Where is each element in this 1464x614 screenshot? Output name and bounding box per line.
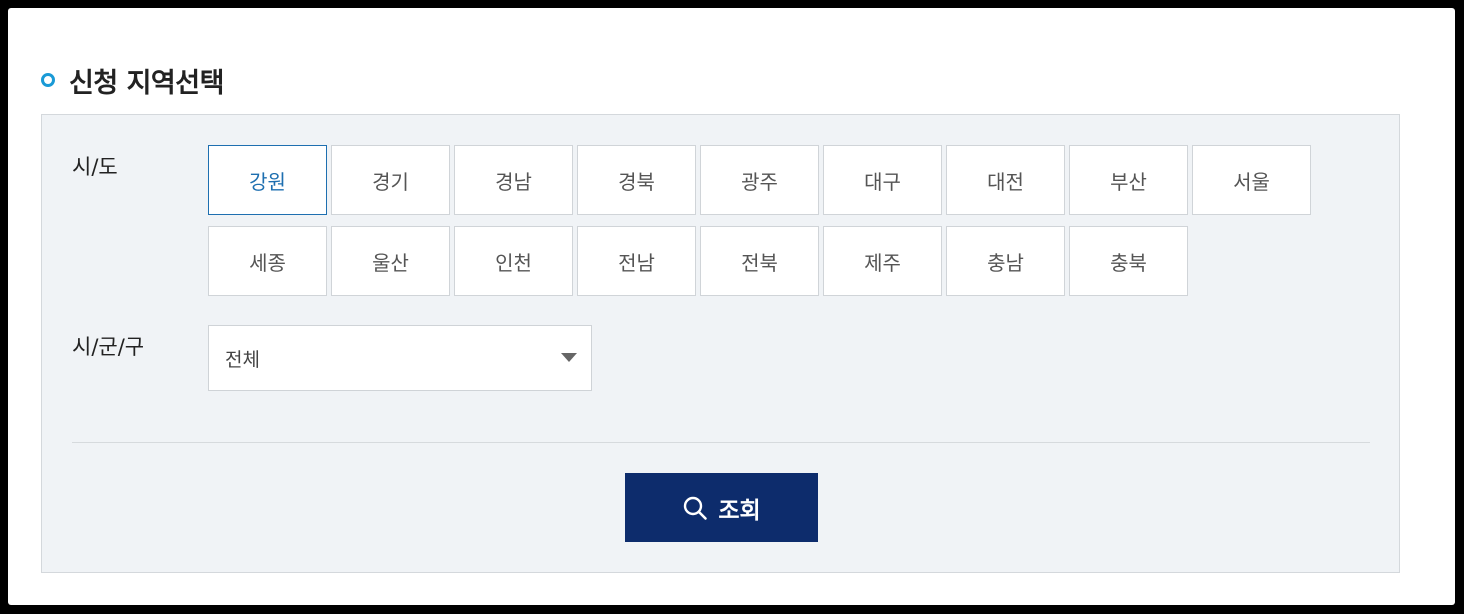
region-button[interactable]: 제주 (823, 226, 942, 296)
region-select-card: 신청 지역선택 시/도 강원 경기 경남 경북 광주 대구 대전 부산 서울세종 울산 인천 전남 전북… (8, 8, 1455, 605)
region-button[interactable]: 인천 (454, 226, 573, 296)
region-button[interactable]: 전남 (577, 226, 696, 296)
region-button[interactable]: 대전 (946, 145, 1065, 215)
search-button[interactable]: 조회 (625, 473, 818, 542)
circle-bullet-icon (41, 73, 55, 87)
section-header: 신청 지역선택 (41, 60, 224, 100)
search-icon (684, 496, 708, 520)
sigungu-select[interactable]: 전체 (208, 325, 592, 391)
divider (72, 442, 1370, 443)
region-button[interactable]: 충북 (1069, 226, 1188, 296)
sigungu-label: 시/군/구 (72, 335, 145, 359)
region-button[interactable]: 전북 (700, 226, 819, 296)
region-button[interactable]: 세종 (208, 226, 327, 296)
region-button-group: 강원 경기 경남 경북 광주 대구 대전 부산 서울세종 울산 인천 전남 전북 제주 충남 충북 (208, 145, 1318, 296)
region-button[interactable]: 충남 (946, 226, 1065, 296)
section-title: 신청 지역선택 (69, 67, 224, 99)
region-button[interactable]: 경남 (454, 145, 573, 215)
region-button[interactable]: 경기 (331, 145, 450, 215)
sido-label: 시/도 (72, 155, 118, 179)
region-button[interactable]: 강원 (208, 145, 327, 215)
region-button[interactable]: 울산 (331, 226, 450, 296)
region-button[interactable]: 대구 (823, 145, 942, 215)
chevron-down-icon (561, 353, 577, 362)
search-button-label: 조회 (718, 497, 761, 524)
sigungu-select-value: 전체 (225, 348, 260, 371)
region-button[interactable]: 서울 (1192, 145, 1311, 215)
region-button[interactable]: 경북 (577, 145, 696, 215)
region-button[interactable]: 부산 (1069, 145, 1188, 215)
region-button[interactable]: 광주 (700, 145, 819, 215)
filter-panel: 시/도 강원 경기 경남 경북 광주 대구 대전 부산 서울세종 울산 인천 전남 전북 제주 충남 충북 시… (41, 114, 1400, 573)
